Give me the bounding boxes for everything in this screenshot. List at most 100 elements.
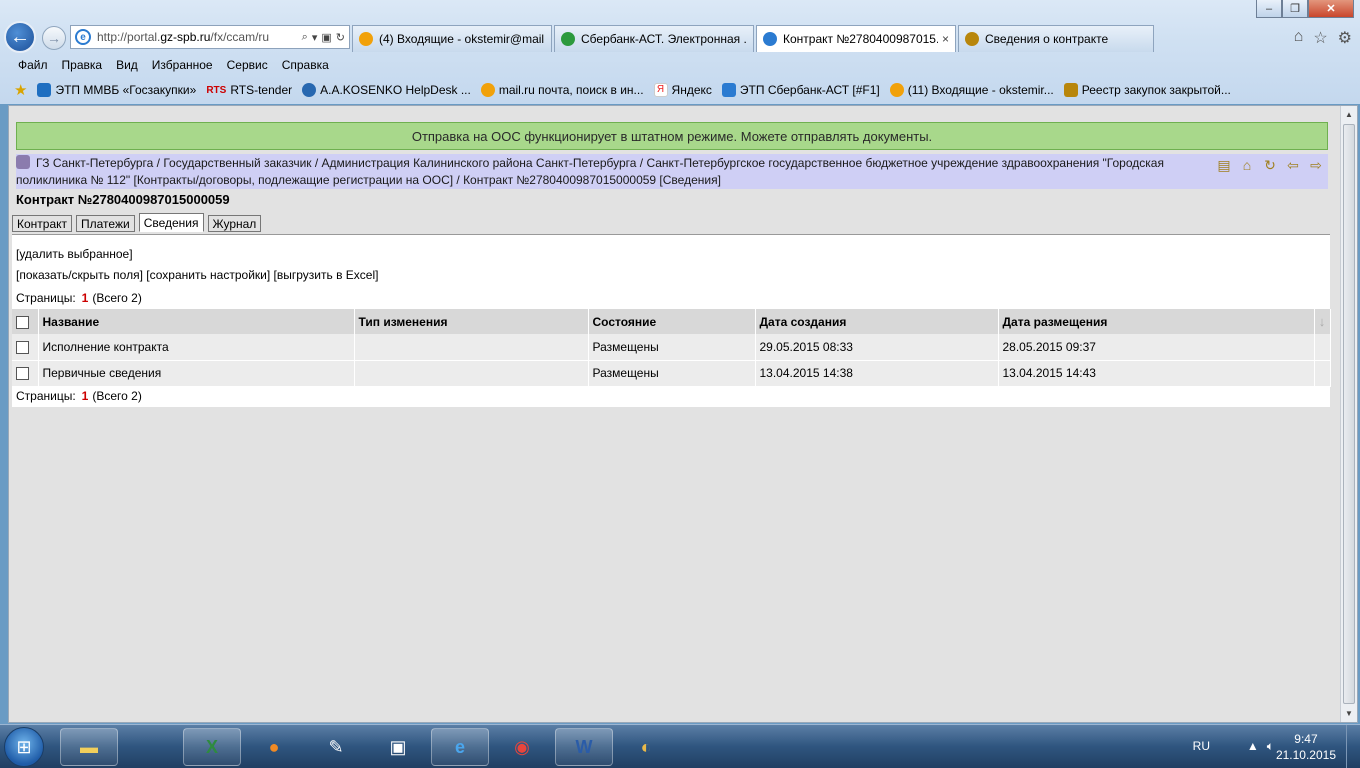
scrollbar-thumb[interactable] — [1343, 124, 1355, 704]
favorite-link-registry[interactable]: Реестр закупок закрытой... — [1063, 83, 1231, 97]
table-row[interactable]: Исполнение контракта Размещены 29.05.201… — [12, 334, 1331, 361]
table-row[interactable]: Первичные сведения Размещены 13.04.2015 … — [12, 360, 1331, 387]
taskbar-word[interactable]: W — [555, 728, 613, 766]
breadcrumb-text[interactable]: ГЗ Санкт-Петербурга / Государственный за… — [16, 156, 1164, 187]
column-header-name[interactable]: Название — [38, 309, 355, 334]
menu-file[interactable]: Файл — [18, 58, 48, 72]
hierarchy-icon — [16, 155, 30, 169]
browser-tab-sberbank[interactable]: Сбербанк-АСТ. Электронная ... — [554, 25, 754, 52]
show-hide-fields-link[interactable]: [показать/скрыть поля] — [16, 268, 143, 282]
taskbar-chrome[interactable]: ◉ — [493, 728, 551, 766]
vertical-scrollbar[interactable]: ▲ ▼ — [1340, 106, 1357, 722]
camera-icon: ▣ — [389, 736, 407, 757]
search-icon[interactable]: ⌕ — [302, 31, 308, 44]
dropdown-icon[interactable]: ▾ — [312, 31, 318, 44]
clock[interactable]: 9:47 21.10.2015 — [1276, 731, 1336, 763]
menu-edit[interactable]: Правка — [62, 58, 103, 72]
compat-view-icon[interactable]: ▣ — [321, 31, 331, 44]
close-window-button[interactable]: ✕ — [1308, 0, 1354, 18]
export-excel-link[interactable]: [выгрузить в Excel] — [274, 268, 379, 282]
home-icon[interactable]: ⌂ — [1239, 157, 1255, 174]
tab-info[interactable]: Сведения — [138, 213, 204, 232]
windows-logo-icon: ⊞ — [16, 736, 32, 757]
favorites-bar: ★ ЭТП ММВБ «Госзакупки» RTS RTS-tender А.… — [0, 78, 1360, 102]
pager-current-page[interactable]: 1 — [82, 389, 89, 403]
scroll-down-icon[interactable]: ▼ — [1341, 705, 1357, 722]
minimize-button[interactable]: – — [1256, 0, 1282, 18]
close-tab-icon[interactable]: × — [942, 32, 949, 46]
tab-contract[interactable]: Контракт — [12, 215, 73, 232]
taskbar-media[interactable]: ▣ — [369, 728, 427, 766]
refresh-icon[interactable]: ↻ — [1262, 157, 1278, 174]
row-checkbox[interactable] — [16, 340, 29, 354]
volume-icon[interactable]: 🔈︎ — [1267, 739, 1274, 754]
menu-view[interactable]: Вид — [116, 58, 138, 72]
taskbar-ie[interactable]: e — [431, 728, 489, 766]
taskbar-paint[interactable]: ◐ — [617, 728, 675, 766]
browser-tab-contract-info[interactable]: Сведения о контракте — [958, 25, 1154, 52]
column-header-created[interactable]: Дата создания — [755, 309, 999, 334]
emblem-icon — [1063, 83, 1078, 97]
favorites-star-icon[interactable]: ★ — [14, 81, 27, 99]
favorite-link-sberbank-ast[interactable]: ЭТП Сбербанк-АСТ [#F1] — [721, 83, 880, 97]
maximize-button[interactable]: ❐ — [1282, 0, 1308, 18]
row-checkbox[interactable] — [16, 367, 29, 381]
favorite-link-mailru[interactable]: mail.ru почта, поиск в ин... — [480, 83, 644, 97]
address-url[interactable]: http://portal.gz-spb.ru/fx/ccam/ru — [97, 30, 298, 44]
info-table: Название Тип изменения Состояние Дата со… — [12, 309, 1331, 387]
forward-button[interactable]: → — [42, 26, 66, 50]
tab-journal[interactable]: Журнал — [207, 215, 262, 232]
language-indicator[interactable]: RU — [1193, 739, 1210, 753]
taskbar-explorer[interactable]: ▬ — [60, 728, 118, 766]
taskbar-excel[interactable]: X — [183, 728, 241, 766]
column-header-placed[interactable]: Дата размещения — [998, 309, 1315, 334]
favorite-link-mmvb[interactable]: ЭТП ММВБ «Госзакупки» — [37, 83, 196, 97]
show-desktop-button[interactable] — [1346, 725, 1360, 768]
browser-tabs: (4) Входящие - okstemir@mail... Сбербанк… — [352, 25, 1156, 53]
refresh-icon[interactable]: ↻ — [336, 31, 345, 44]
column-header-state[interactable]: Состояние — [588, 309, 756, 334]
back-button[interactable]: ← — [4, 21, 36, 53]
pager-label: Страницы: — [16, 291, 76, 305]
favorite-link-helpdesk[interactable]: А.А.KOSENKO HelpDesk ... — [302, 83, 471, 97]
favorite-link-inbox[interactable]: (11) Входящие - okstemir... — [889, 83, 1054, 97]
favorite-link-rts[interactable]: RTS RTS-tender — [206, 83, 292, 97]
favorite-link-yandex[interactable]: Я Яндекс — [653, 83, 712, 97]
cell-name[interactable]: Исполнение контракта — [38, 334, 355, 361]
arrow-left-icon[interactable]: ⇦ — [1285, 157, 1301, 174]
pager-total: (Всего 2) — [92, 291, 142, 305]
column-header-change-type[interactable]: Тип изменения — [354, 309, 589, 334]
page-viewport: Отправка на ООС функционирует в штатном … — [8, 105, 1358, 723]
browser-tab-contract[interactable]: Контракт №27804009870​15... × — [756, 25, 956, 52]
browser-toolbar-icons: ⌂ ☆ ⚙ — [1294, 28, 1352, 48]
yandex-icon: Я — [653, 83, 668, 97]
browser-tab-mail[interactable]: (4) Входящие - okstemir@mail... — [352, 25, 552, 52]
menu-favorites[interactable]: Избранное — [152, 58, 213, 72]
scroll-up-icon[interactable]: ▲ — [1341, 106, 1357, 123]
cell-created: 13.04.2015 14:38 — [755, 360, 999, 387]
menu-tools[interactable]: Сервис — [227, 58, 268, 72]
arrow-right-icon[interactable]: ⇨ — [1308, 157, 1324, 174]
gear-icon[interactable]: ⚙ — [1338, 28, 1352, 48]
sberbank-icon — [721, 83, 736, 97]
cell-name[interactable]: Первичные сведения — [38, 360, 355, 387]
favorites-star-icon[interactable]: ☆ — [1313, 28, 1327, 48]
mailru-icon — [480, 83, 495, 97]
taskbar-notes[interactable]: ✎ — [307, 728, 365, 766]
start-button[interactable]: ⊞ — [4, 727, 44, 767]
firefox-icon: ● — [268, 736, 280, 757]
folder-icon[interactable]: ▤ — [1216, 157, 1232, 174]
tray-arrow-icon[interactable]: ▲ — [1247, 739, 1259, 754]
select-all-checkbox[interactable] — [16, 315, 29, 329]
pager-current-page[interactable]: 1 — [82, 291, 89, 305]
mailru-icon — [359, 32, 373, 46]
taskbar-firefox[interactable]: ● — [245, 728, 303, 766]
menu-help[interactable]: Справка — [282, 58, 329, 72]
address-bar[interactable]: e http://portal.gz-spb.ru/fx/ccam/ru ⌕ ▾… — [70, 25, 350, 49]
tab-payments[interactable]: Платежи — [76, 215, 135, 232]
sort-down-icon[interactable]: ↓ — [1314, 309, 1331, 334]
pen-icon: ✎ — [328, 736, 344, 757]
save-settings-link[interactable]: [сохранить настройки] — [146, 268, 270, 282]
delete-selected-link[interactable]: [удалить выбранное] — [16, 247, 133, 261]
home-icon[interactable]: ⌂ — [1294, 28, 1304, 48]
